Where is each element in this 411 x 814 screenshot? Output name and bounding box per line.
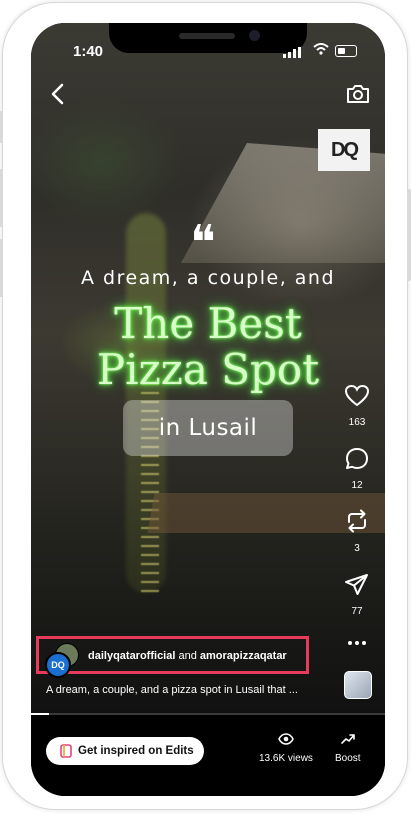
edits-button[interactable]: Get inspired on Edits [46,737,204,765]
avatar-dailyqatarofficial[interactable]: DQ [45,652,71,678]
volume-down-button [0,239,3,297]
author-link-2[interactable]: amorapizzaqatar [200,650,287,662]
send-icon [345,574,368,595]
status-bar: 1:40 [31,23,385,73]
camera-icon[interactable] [345,81,371,107]
reel-screen: 1:40 DQ ❝ A dream, a couple, and The Bes… [31,23,385,796]
brand-logo: DQ [318,129,370,171]
reposts-count: 3 [354,543,360,554]
comment-icon [346,448,368,469]
edits-icon [60,744,72,758]
likes-count: 163 [348,417,366,428]
location-badge: in Lusail [123,400,293,456]
boost-button[interactable]: Boost [335,733,361,764]
more-icon [348,641,366,645]
trend-up-icon [340,734,355,744]
authors-connector: and [178,650,197,662]
edits-label: Get inspired on Edits [78,745,194,757]
collab-avatars[interactable]: DQ [45,643,79,678]
comments-count: 12 [351,480,363,491]
audio-thumbnail[interactable] [344,671,372,699]
authors-text: dailyqatarofficial and amorapizzaqatar [88,650,287,662]
reel-tagline: A dream, a couple, and [80,267,336,289]
shares-count: 77 [351,606,363,617]
battery-icon [335,45,357,57]
like-button[interactable]: 163 [341,384,373,428]
collab-authors-row[interactable]: DQ dailyqatarofficial and amorapizzaqata… [36,636,309,678]
status-time: 1:40 [73,43,104,60]
views-stat[interactable]: 13.6K views [259,733,313,764]
mute-switch [0,111,3,143]
more-options-button[interactable] [341,635,373,653]
wifi-icon [313,43,329,55]
eye-icon [278,733,294,745]
repost-button[interactable]: 3 [341,508,373,554]
headline-line-1: The Best [114,299,302,348]
author-link-1[interactable]: dailyqatarofficial [88,650,175,662]
headline-line-2: Pizza Spot [96,345,320,394]
dynamic-notch [109,23,307,53]
bottom-bar: Get inspired on Edits 13.6K views Boost [31,715,385,796]
back-arrow-icon[interactable] [46,81,72,107]
heart-icon [344,384,370,407]
phone-frame: 1:40 DQ ❝ A dream, a couple, and The Bes… [0,3,411,809]
signal-icon [283,47,301,58]
quote-mark: ❝ [190,215,216,271]
comment-button[interactable]: 12 [341,447,373,491]
share-button[interactable]: 77 [341,573,373,617]
post-caption[interactable]: A dream, a couple, and a pizza spot in L… [46,684,298,696]
boost-label: Boost [335,753,361,764]
views-count: 13.6K views [259,753,313,764]
power-button [407,189,411,281]
volume-up-button [0,169,3,227]
repost-icon [348,509,366,533]
